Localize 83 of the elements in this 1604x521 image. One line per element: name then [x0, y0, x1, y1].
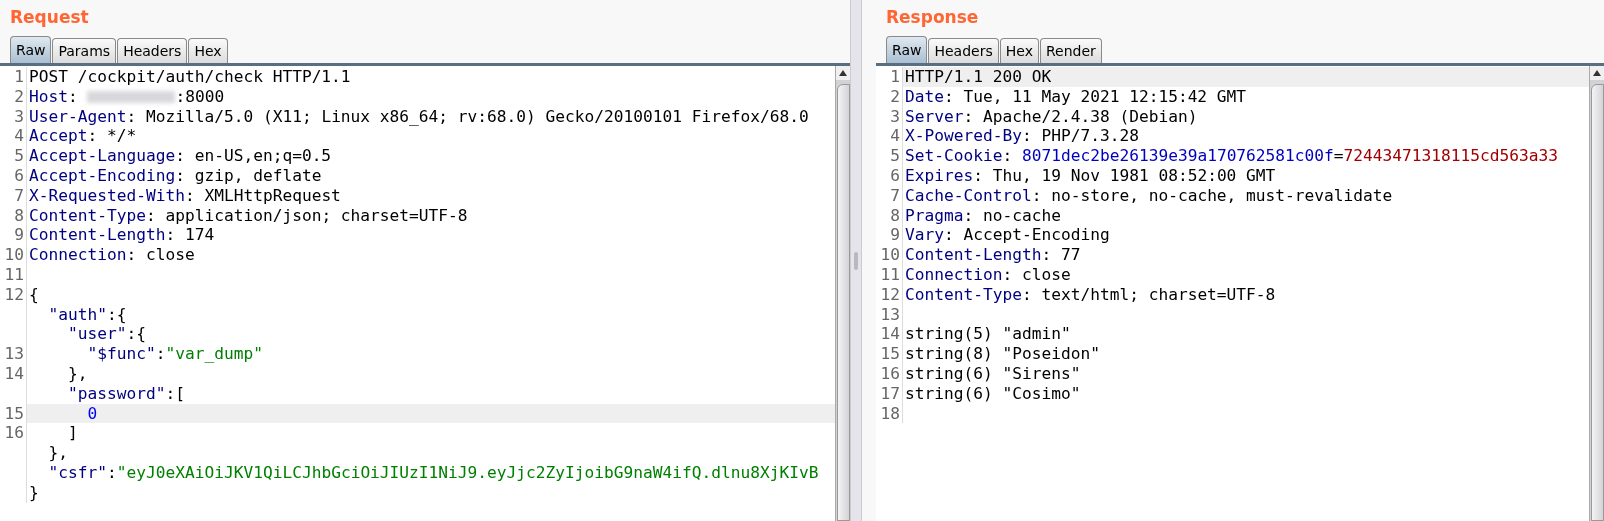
code-line: POST /cockpit/auth/check HTTP/1.1 [28, 67, 352, 87]
code-line: Expires: Thu, 19 Nov 1981 08:52:00 GMT [904, 166, 1277, 186]
code-line: string(6) "Cosimo" [904, 383, 1082, 404]
code-line: Content-Type: text/html; charset=UTF-8 [904, 284, 1277, 305]
tab[interactable]: Raw [10, 36, 52, 63]
code-line: User-Agent: Mozilla/5.0 (X11; Linux x86_64; rv:68.0) Gecko/20100101 Firefox/68.0 [28, 106, 810, 127]
code-line: { [28, 284, 40, 305]
scrollbar[interactable] [1589, 66, 1604, 521]
line-number: 10 [0, 245, 27, 265]
line-number: 7 [876, 185, 903, 206]
code-line: Connection: close [28, 245, 196, 265]
line-number: 5 [0, 146, 27, 166]
line-number: 9 [0, 225, 27, 246]
tab[interactable]: Headers [117, 38, 188, 63]
line-number: 15 [876, 344, 903, 364]
tab[interactable]: Raw [886, 36, 928, 63]
code-line: Content-Length: 174 [28, 225, 216, 246]
code-line: "password":[ [67, 383, 186, 404]
line-number: 14 [0, 363, 27, 384]
line-number: 7 [0, 185, 27, 206]
code-line: ] [67, 423, 79, 444]
code-line: Accept-Language: en-US,en;q=0.5 [28, 146, 333, 166]
code-line: } [28, 482, 40, 503]
line-number: 5 [876, 146, 903, 166]
tab[interactable]: Params [52, 38, 117, 63]
line-number: 12 [0, 284, 27, 305]
line-number: 1 [0, 67, 27, 87]
tab[interactable]: Hex [188, 38, 228, 63]
code-line: }, [67, 363, 89, 384]
line-number: 16 [876, 363, 903, 384]
code-line: string(8) "Poseidon" [904, 344, 1101, 364]
line-number: 2 [876, 86, 903, 107]
line-number: 14 [876, 324, 903, 345]
code-line: Server: Apache/2.4.38 (Debian) [904, 106, 1199, 127]
code-line: Accept: */* [28, 126, 138, 147]
code-line: Vary: Accept-Encoding [904, 225, 1111, 246]
code-line: }, [47, 443, 69, 463]
code-line: string(6) "Sirens" [904, 363, 1082, 384]
code-line: Content-Length: 77 [904, 245, 1082, 265]
line-number: 12 [876, 284, 903, 305]
scrollbar-thumb[interactable] [1591, 84, 1604, 521]
code-line: "csfr":"eyJ0eXAiOiJKV1QiLCJhbGciOiJIUzI1NiJ9.eyJjc2ZyIjoibG9naW4ifQ.dlnu8XjKIvB [47, 462, 820, 483]
code-line: Host: :8000 [28, 86, 226, 107]
code-line: Date: Tue, 11 May 2021 12:15:42 GMT [904, 86, 1248, 107]
scrollbar[interactable] [835, 66, 850, 521]
code-line: X-Powered-By: PHP/7.3.28 [904, 126, 1140, 147]
pane-title: Response [886, 6, 980, 29]
code-line: Set-Cookie: 8071dec2be26139e39a170762581c00f=72443471318115cd563a33 [904, 146, 1559, 166]
tab[interactable]: Hex [999, 38, 1039, 63]
line-number: 3 [876, 106, 903, 127]
line-number: 3 [0, 106, 27, 127]
line-number: 13 [0, 344, 27, 364]
line-number: 6 [0, 166, 27, 186]
code-line: Content-Type: application/json; charset=UTF-8 [28, 205, 469, 226]
line-number: 2 [0, 86, 27, 107]
code-line: string(5) "admin" [904, 324, 1072, 345]
line-number: 6 [876, 166, 903, 186]
line-number: 4 [876, 126, 903, 147]
line-number: 13 [876, 304, 903, 325]
code-line: X-Requested-With: XMLHttpRequest [28, 185, 342, 206]
line-number: 8 [0, 205, 27, 226]
text-editor[interactable] [876, 63, 1604, 521]
tab[interactable]: Headers [928, 38, 999, 63]
tab[interactable]: Render [1039, 38, 1102, 63]
line-number: 16 [0, 423, 27, 444]
code-line: Cache-Control: no-store, no-cache, must-revalidate [904, 185, 1394, 206]
line-number: 10 [876, 245, 903, 265]
code-line: Pragma: no-cache [904, 205, 1062, 226]
line-number: 11 [0, 264, 27, 285]
code-line: "user":{ [67, 324, 147, 345]
text-editor[interactable] [0, 63, 850, 521]
code-line: Accept-Encoding: gzip, deflate [28, 166, 323, 186]
line-number: 4 [0, 126, 27, 147]
code-line: "$func":"var_dump" [86, 344, 264, 364]
line-number: 17 [876, 383, 903, 404]
scrollbar-thumb[interactable] [837, 84, 850, 521]
line-number: 8 [876, 205, 903, 226]
code-line: "auth":{ [47, 304, 128, 325]
line-number: 18 [876, 403, 903, 424]
pane-title: Request [10, 6, 90, 29]
code-line: Connection: close [904, 264, 1072, 285]
line-number: 9 [876, 225, 903, 246]
line-number: 11 [876, 264, 903, 285]
